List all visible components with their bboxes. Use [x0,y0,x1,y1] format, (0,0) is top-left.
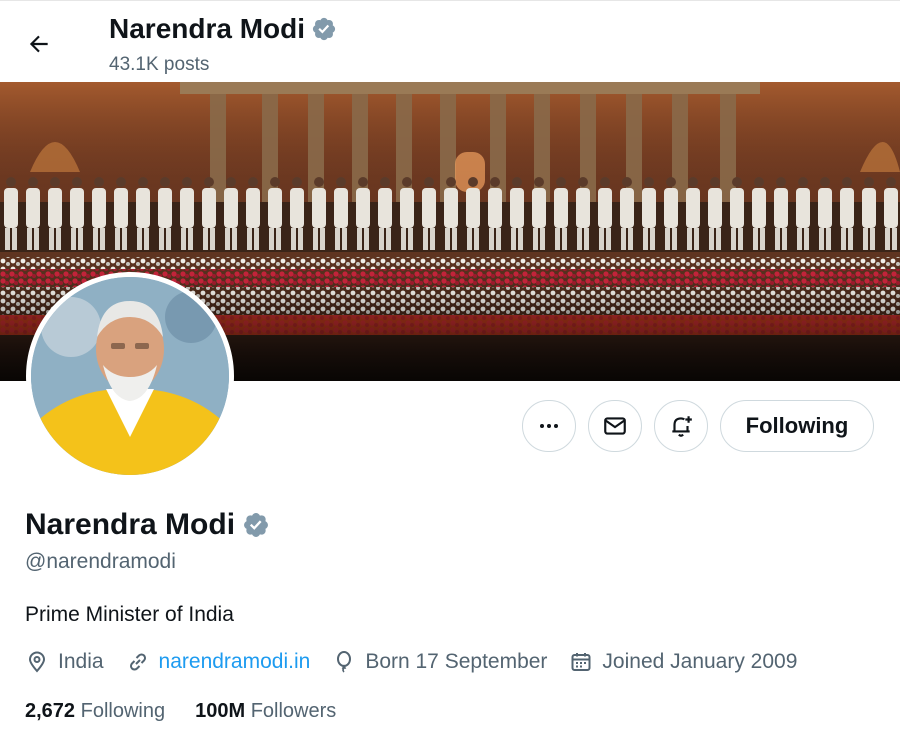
mail-icon [604,417,626,435]
link-icon [129,653,146,671]
more-icon [540,424,558,428]
location-icon [28,651,46,673]
location-item: India [25,650,104,674]
website-link[interactable]: narendramodi.in [159,650,311,674]
post-count: 43.1K posts [109,54,210,75]
following-count-link[interactable]: 2,672 Following [25,700,165,723]
birthday-item: Born 17 September [332,650,547,674]
profile-meta: India narendramodi.in Born 17 September … [25,650,819,674]
avatar-photo [31,277,229,475]
following-count: 2,672 [25,700,76,722]
verified-badge-icon [312,17,336,41]
birthday-text: Born 17 September [365,650,548,673]
back-button[interactable] [20,25,58,63]
following-button[interactable]: Following [720,400,874,452]
header-name: Narendra Modi [109,13,306,44]
joined-item: Joined January 2009 [569,650,797,674]
followers-label: Followers [250,700,337,722]
followers-count-link[interactable]: 100M Followers [195,700,336,723]
verified-badge-icon[interactable] [242,511,270,539]
website-item: narendramodi.in [126,650,311,674]
profile-name: Narendra Modi [25,508,236,541]
profile-name-row: Narendra Modi [25,508,270,542]
followers-count: 100M [195,700,246,722]
notifications-button[interactable] [654,400,708,452]
profile-avatar[interactable] [26,272,234,480]
back-arrow-icon [29,35,48,53]
profile-handle: @narendramodi [25,550,176,573]
balloon-icon [337,651,352,673]
profile-bio: Prime Minister of India [25,603,234,626]
calendar-icon [571,653,591,671]
following-label: Following [80,700,166,722]
more-options-button[interactable] [522,400,576,452]
location-text: India [58,650,104,673]
follow-counts: 2,672 Following 100M Followers [25,700,366,723]
header-title: Narendra Modi [109,13,337,45]
joined-text: Joined January 2009 [602,650,798,673]
message-button[interactable] [588,400,642,452]
top-bar: Narendra Modi 43.1K posts [0,0,900,83]
notification-bell-icon [672,416,692,437]
